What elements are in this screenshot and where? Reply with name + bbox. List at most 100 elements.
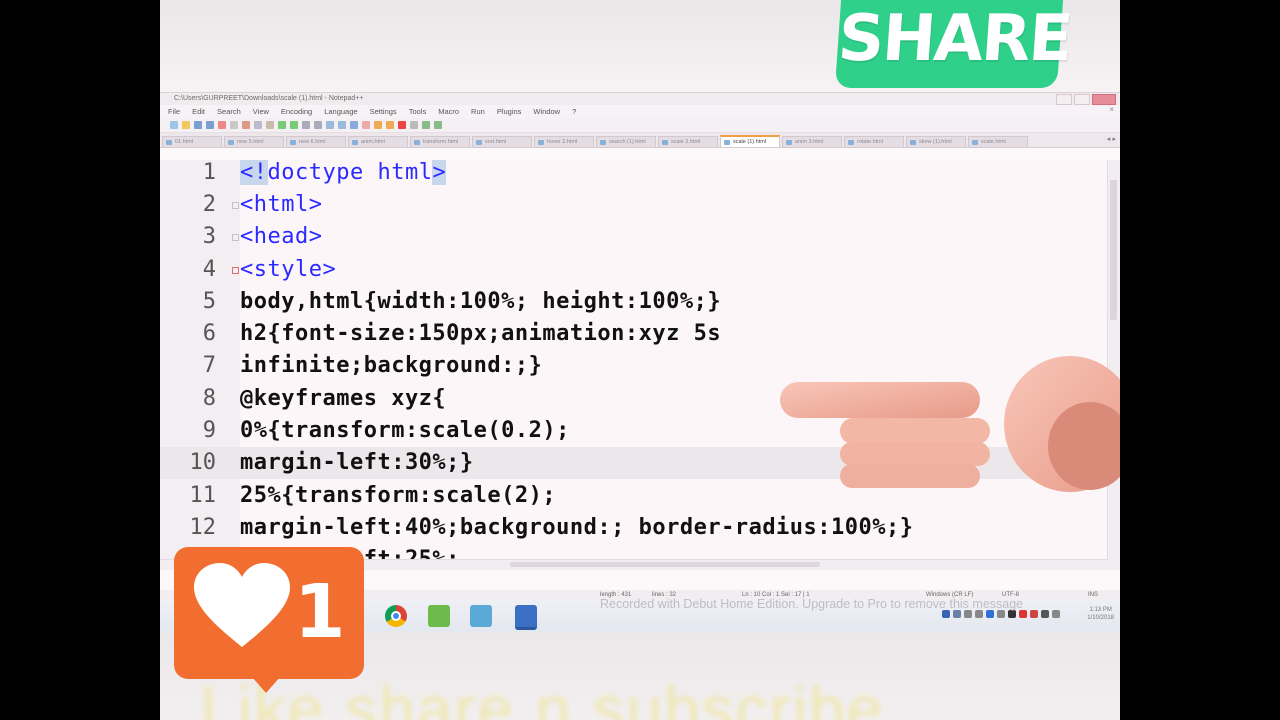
menu-plugins[interactable]: Plugins: [497, 107, 522, 116]
code-text: <head>: [240, 224, 323, 249]
tab-anim-3[interactable]: anim 3.html: [782, 136, 842, 147]
menu-run[interactable]: Run: [471, 107, 485, 116]
tab-hover-2[interactable]: hover 2.html: [534, 136, 594, 147]
tab-new-6[interactable]: new 6.html: [286, 136, 346, 147]
like-count: 1: [294, 569, 346, 655]
tab-rotate[interactable]: rotate.html: [844, 136, 904, 147]
tab-skew-1[interactable]: skew (1).html: [906, 136, 966, 147]
save-icon[interactable]: [194, 121, 202, 129]
code-line: 5 body,html{width:100%; height:100%;}: [160, 286, 1108, 318]
tab-scale-1-active[interactable]: scale (1).html: [720, 135, 780, 147]
pointing-hand-icon: [780, 356, 1120, 492]
tab-scroll-arrows-icon[interactable]: ◂ ▸: [1107, 135, 1116, 143]
close-file-icon[interactable]: [218, 121, 226, 129]
fold-marker-icon[interactable]: [232, 267, 239, 274]
menu-language[interactable]: Language: [324, 107, 357, 116]
find-icon[interactable]: [302, 121, 310, 129]
tray-icon[interactable]: [1030, 610, 1038, 618]
menu-edit[interactable]: Edit: [192, 107, 205, 116]
tab-scale[interactable]: scale.html: [968, 136, 1028, 147]
tray-icon[interactable]: [1008, 610, 1016, 618]
paste-icon[interactable]: [266, 121, 274, 129]
code-line: 1 <!doctype html>: [160, 160, 1108, 189]
line-number: 1: [202, 160, 216, 185]
line-number: 6: [202, 321, 216, 346]
code-text: <html>: [240, 192, 323, 217]
tray-icon[interactable]: [1052, 610, 1060, 618]
zoom-in-icon[interactable]: [326, 121, 334, 129]
tab-transform[interactable]: transform.html: [410, 136, 470, 147]
save-icon[interactable]: [515, 605, 537, 630]
chrome-icon[interactable]: [385, 605, 407, 627]
line-number: 2: [202, 192, 216, 217]
code-line: 3 <head>: [160, 221, 1108, 253]
clock-time: 1:13 PM: [1089, 607, 1112, 613]
tab-01-html[interactable]: 01.html: [162, 136, 222, 147]
tab-search-1[interactable]: search (1).html: [596, 136, 656, 147]
play-macro-icon[interactable]: [422, 121, 430, 129]
tray-icon[interactable]: [986, 610, 994, 618]
run-macro-icon[interactable]: [434, 121, 442, 129]
code-text: @keyframes xyz{: [240, 386, 447, 411]
document-tabs: 01.html new 5.html new 6.html anim.html …: [160, 133, 1120, 148]
status-mode: INS: [1088, 592, 1099, 598]
tab-new-5[interactable]: new 5.html: [224, 136, 284, 147]
menu-search[interactable]: Search: [217, 107, 241, 116]
sync-scroll-icon[interactable]: [350, 121, 358, 129]
fold-marker-icon[interactable]: [232, 202, 239, 209]
line-number: 12: [189, 515, 217, 540]
code-text: margin-left:30%;}: [240, 450, 474, 475]
code-line: 6 h2{font-size:150px;animation:xyz 5s: [160, 318, 1108, 350]
title-bar: C:\Users\GURPREET\Downloads\scale (1).ht…: [160, 93, 1120, 105]
tray-icon[interactable]: [997, 610, 1005, 618]
code-text: margin-left:40%;background:; border-radi…: [240, 515, 914, 540]
tray-icon[interactable]: [1019, 610, 1027, 618]
menu-file[interactable]: File: [168, 107, 180, 116]
code-text: 25%{transform:scale(2);: [240, 483, 557, 508]
fold-marker-icon[interactable]: [232, 234, 239, 241]
menu-window[interactable]: Window: [533, 107, 560, 116]
window-title: C:\Users\GURPREET\Downloads\scale (1).ht…: [174, 95, 364, 102]
stop-macro-icon[interactable]: [410, 121, 418, 129]
indent-guide-icon[interactable]: [374, 121, 382, 129]
tab-anim[interactable]: anim.html: [348, 136, 408, 147]
menu-tools[interactable]: Tools: [409, 107, 427, 116]
code-text: h2{font-size:150px;animation:xyz 5s: [240, 321, 722, 346]
tray-icon[interactable]: [953, 610, 961, 618]
wrap-icon[interactable]: [362, 121, 370, 129]
undo-icon[interactable]: [278, 121, 286, 129]
tray-icon[interactable]: [964, 610, 972, 618]
replace-icon[interactable]: [314, 121, 322, 129]
tray-icon[interactable]: [1041, 610, 1049, 618]
app-icon[interactable]: [470, 605, 492, 627]
tray-icon[interactable]: [942, 610, 950, 618]
menu-help[interactable]: ?: [572, 107, 576, 116]
close-button[interactable]: [1092, 94, 1116, 105]
record-macro-icon[interactable]: [398, 121, 406, 129]
menu-settings[interactable]: Settings: [370, 107, 397, 116]
tab-scale-2[interactable]: scale 2.html: [658, 136, 718, 147]
menu-encoding[interactable]: Encoding: [281, 107, 312, 116]
zoom-out-icon[interactable]: [338, 121, 346, 129]
new-file-icon[interactable]: [170, 121, 178, 129]
heart-icon: [192, 561, 292, 651]
menu-macro[interactable]: Macro: [438, 107, 459, 116]
clock[interactable]: 1:13 PM 1/10/2018: [1087, 606, 1114, 622]
doc-map-icon[interactable]: [386, 121, 394, 129]
minimize-button[interactable]: [1056, 94, 1072, 105]
maximize-button[interactable]: [1074, 94, 1090, 105]
open-file-icon[interactable]: [182, 121, 190, 129]
print-icon[interactable]: [230, 121, 238, 129]
subscribe-caption: Like share n subscribe: [200, 673, 885, 720]
copy-icon[interactable]: [254, 121, 262, 129]
close-document-icon[interactable]: ×: [1109, 105, 1114, 114]
tab-sort[interactable]: sort.html: [472, 136, 532, 147]
code-text: body,html{width:100%; height:100%;}: [240, 289, 722, 314]
notepad-icon[interactable]: [428, 605, 450, 627]
save-all-icon[interactable]: [206, 121, 214, 129]
tray-icon[interactable]: [975, 610, 983, 618]
line-number: 11: [189, 483, 217, 508]
cut-icon[interactable]: [242, 121, 250, 129]
redo-icon[interactable]: [290, 121, 298, 129]
menu-view[interactable]: View: [253, 107, 269, 116]
